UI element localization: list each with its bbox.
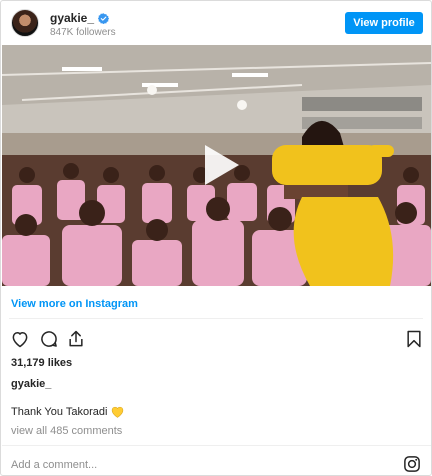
add-comment-input[interactable]: Add a comment... bbox=[11, 459, 97, 471]
caption-username[interactable]: gyakie_ bbox=[11, 378, 51, 390]
comment-icon[interactable] bbox=[39, 329, 59, 349]
heart-icon[interactable] bbox=[10, 329, 30, 349]
like-count[interactable]: 31,179 likes bbox=[11, 357, 72, 369]
follower-count: 847K followers bbox=[50, 27, 116, 38]
divider bbox=[9, 318, 423, 319]
verified-badge-icon bbox=[98, 12, 110, 24]
view-profile-button[interactable]: View profile bbox=[345, 12, 423, 34]
avatar[interactable] bbox=[11, 9, 39, 37]
caption: Thank You Takoradi bbox=[11, 406, 124, 418]
bookmark-icon[interactable] bbox=[404, 329, 424, 349]
caption-text: Thank You Takoradi bbox=[11, 406, 108, 418]
view-more-on-instagram-link[interactable]: View more on Instagram bbox=[11, 298, 138, 310]
username[interactable]: gyakie_ bbox=[50, 11, 94, 25]
view-all-comments-link[interactable]: view all 485 comments bbox=[11, 425, 122, 437]
video-thumbnail[interactable] bbox=[2, 45, 431, 286]
username-row: gyakie_ bbox=[50, 11, 110, 25]
play-icon[interactable] bbox=[191, 137, 247, 193]
post-header: gyakie_ 847K followers View profile bbox=[1, 1, 431, 45]
share-icon[interactable] bbox=[66, 329, 86, 349]
instagram-icon[interactable] bbox=[403, 455, 421, 473]
yellow-heart-icon bbox=[112, 406, 124, 418]
instagram-embed-card: gyakie_ 847K followers View profile View… bbox=[0, 0, 432, 476]
divider bbox=[2, 445, 431, 446]
action-bar bbox=[10, 329, 424, 349]
